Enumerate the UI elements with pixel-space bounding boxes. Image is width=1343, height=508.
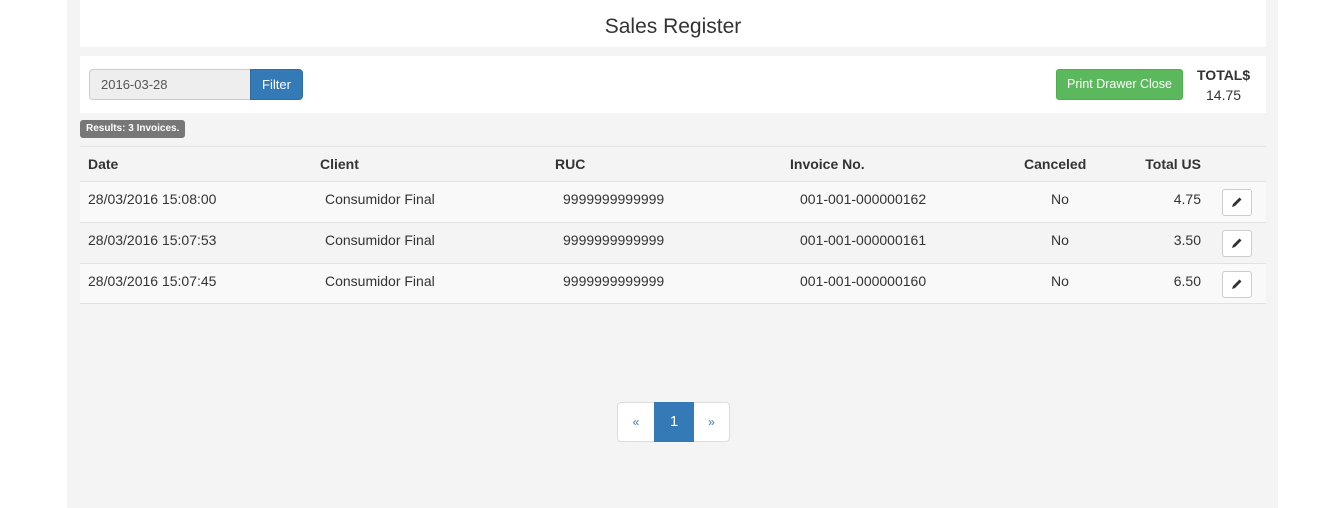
cell-date: 28/03/2016 15:08:00 xyxy=(88,191,217,207)
cell-ruc: 9999999999999 xyxy=(563,232,665,248)
pagination: « 1 » xyxy=(617,402,730,442)
total-value: 14.75 xyxy=(1206,87,1242,103)
column-header-ruc[interactable]: RUC xyxy=(555,147,585,181)
print-drawer-close-button[interactable]: Print Drawer Close xyxy=(1056,69,1183,100)
invoices-table: Date Client RUC Invoice No. Canceled Tot… xyxy=(80,146,1266,304)
edit-invoice-button[interactable] xyxy=(1222,271,1252,298)
pagination-next[interactable]: » xyxy=(694,402,730,442)
page-title: Sales Register xyxy=(604,15,742,38)
cell-client: Consumidor Final xyxy=(325,191,435,207)
total-label: TOTAL$ xyxy=(1197,67,1251,83)
table-row: 28/03/2016 15:08:00 Consumidor Final 999… xyxy=(80,181,1266,222)
cell-canceled: No xyxy=(1051,232,1069,248)
cell-total: 6.50 xyxy=(1173,273,1201,289)
cell-date: 28/03/2016 15:07:53 xyxy=(88,232,217,248)
edit-invoice-button[interactable] xyxy=(1222,189,1252,216)
pencil-icon xyxy=(1232,238,1242,248)
table-header-row: Date Client RUC Invoice No. Canceled Tot… xyxy=(80,146,1266,181)
cell-invoice-no: 001-001-000000162 xyxy=(800,191,927,207)
column-header-total[interactable]: Total US xyxy=(1145,147,1201,181)
cell-total: 3.50 xyxy=(1173,232,1201,248)
column-header-invoice-no[interactable]: Invoice No. xyxy=(790,147,865,181)
cell-total: 4.75 xyxy=(1173,191,1201,207)
edit-invoice-button[interactable] xyxy=(1222,230,1252,257)
filter-button[interactable]: Filter xyxy=(250,69,303,100)
column-header-canceled[interactable]: Canceled xyxy=(1024,147,1086,181)
pencil-icon xyxy=(1232,197,1242,207)
cell-client: Consumidor Final xyxy=(325,273,435,289)
cell-client: Consumidor Final xyxy=(325,232,435,248)
table-row: 28/03/2016 15:07:53 Consumidor Final 999… xyxy=(80,222,1266,263)
results-badge: Results: 3 Invoices. xyxy=(80,120,186,138)
cell-canceled: No xyxy=(1051,273,1069,289)
pagination-page-1[interactable]: 1 xyxy=(654,402,694,442)
cell-ruc: 9999999999999 xyxy=(563,273,665,289)
cell-date: 28/03/2016 15:07:45 xyxy=(88,273,217,289)
column-header-date[interactable]: Date xyxy=(88,147,118,181)
pagination-prev[interactable]: « xyxy=(617,402,654,442)
table-row: 28/03/2016 15:07:45 Consumidor Final 999… xyxy=(80,263,1266,304)
date-input[interactable]: 2016-03-28 xyxy=(89,69,251,100)
cell-invoice-no: 001-001-000000161 xyxy=(800,232,927,248)
cell-canceled: No xyxy=(1051,191,1069,207)
filter-bar: 2016-03-28 Filter Print Drawer Close TOT… xyxy=(80,56,1266,113)
cell-invoice-no: 001-001-000000160 xyxy=(800,273,927,289)
title-bar: Sales Register xyxy=(80,0,1266,47)
cell-ruc: 9999999999999 xyxy=(563,191,665,207)
pencil-icon xyxy=(1232,279,1242,289)
column-header-client[interactable]: Client xyxy=(320,147,359,181)
